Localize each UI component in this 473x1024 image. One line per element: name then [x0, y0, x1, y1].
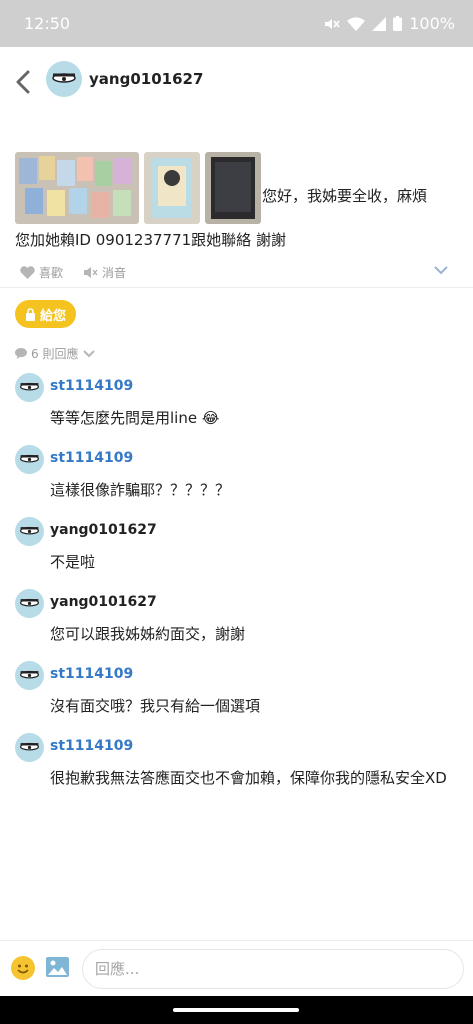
comment-author[interactable]: yang0101627 [50, 594, 157, 610]
mute-label: 消音 [102, 265, 127, 280]
comment-author[interactable]: st1114109 [50, 738, 133, 754]
divider [0, 287, 473, 288]
post-text-line-2: 您加她賴ID 0901237771跟她聯絡 謝謝 [15, 231, 286, 249]
avatar[interactable] [15, 733, 44, 762]
avatar[interactable] [15, 517, 44, 546]
sleepy-face-icon [20, 670, 39, 679]
comment-text: 這樣很像詐騙耶？？？？？ [50, 481, 231, 499]
mute-icon [325, 18, 340, 29]
back-arrow-icon[interactable] [12, 67, 34, 97]
post-image-2[interactable] [144, 152, 200, 224]
header-username[interactable]: yang0101627 [89, 70, 203, 88]
heart-icon [20, 265, 35, 279]
comment-text: 您可以跟我姊姊約面交，謝謝 [50, 625, 246, 643]
status-time: 12:50 [24, 14, 71, 33]
avatar[interactable] [15, 589, 44, 618]
comment-author[interactable]: st1114109 [50, 378, 133, 394]
like-label: 喜歡 [39, 265, 64, 280]
comment-text: 不是啦 [50, 553, 96, 571]
like-button[interactable]: 喜歡 [20, 264, 63, 281]
battery-percent: 100% [409, 14, 455, 33]
post-actions: 喜歡 消音 [20, 262, 453, 282]
post-image-3[interactable] [205, 152, 261, 224]
reply-composer [0, 941, 473, 996]
sleepy-face-icon [20, 382, 39, 391]
chevron-down-icon[interactable] [433, 264, 449, 276]
comment-author[interactable]: st1114109 [50, 666, 133, 682]
reply-count-toggle[interactable]: 6 則回應 [15, 345, 96, 362]
emoji-button[interactable] [11, 956, 35, 980]
status-bar: 12:50 100% [0, 0, 473, 47]
comment-author[interactable]: yang0101627 [50, 522, 157, 538]
lock-icon [26, 307, 35, 321]
post-image-1[interactable] [15, 152, 139, 224]
avatar[interactable] [15, 373, 44, 402]
reply-count-label: 6 則回應 [31, 347, 79, 361]
post-images [15, 152, 261, 224]
comment-text: 等等怎麼先問是用line 😂 [50, 409, 220, 427]
signal-icon [372, 16, 387, 31]
comment-bubble-icon [15, 348, 27, 359]
battery-icon [393, 16, 403, 31]
give-button[interactable]: 給您 [15, 300, 77, 328]
post-text-line-1: 您好，我姊要全收，麻煩 [262, 187, 428, 205]
comment-text: 沒有面交哦？我只有給一個選項 [50, 697, 261, 715]
home-gesture-handle[interactable] [173, 1008, 299, 1012]
chevron-down-icon [83, 349, 96, 357]
sleepy-face-icon [20, 526, 39, 535]
sleepy-face-icon [20, 742, 39, 751]
system-nav-bar [0, 996, 473, 1024]
comment-author[interactable]: st1114109 [50, 450, 133, 466]
avatar[interactable] [46, 61, 82, 97]
smiley-icon [17, 964, 29, 974]
sleepy-face-icon [20, 598, 39, 607]
comment-text: 很抱歉我無法答應面交也不會加賴，保障你我的隱私安全XD [50, 769, 447, 787]
wifi-icon [347, 16, 366, 31]
sleepy-face-icon [20, 454, 39, 463]
image-upload-icon[interactable] [45, 956, 70, 978]
avatar[interactable] [15, 661, 44, 690]
reply-input[interactable] [82, 949, 464, 989]
avatar[interactable] [15, 445, 44, 474]
speaker-mute-icon [84, 266, 98, 278]
give-button-label: 給您 [40, 308, 67, 324]
sleepy-face-icon [52, 73, 76, 83]
mute-button[interactable]: 消音 [83, 264, 126, 281]
conversation-header: yang0101627 [0, 47, 473, 117]
status-icons: 100% [322, 14, 455, 33]
